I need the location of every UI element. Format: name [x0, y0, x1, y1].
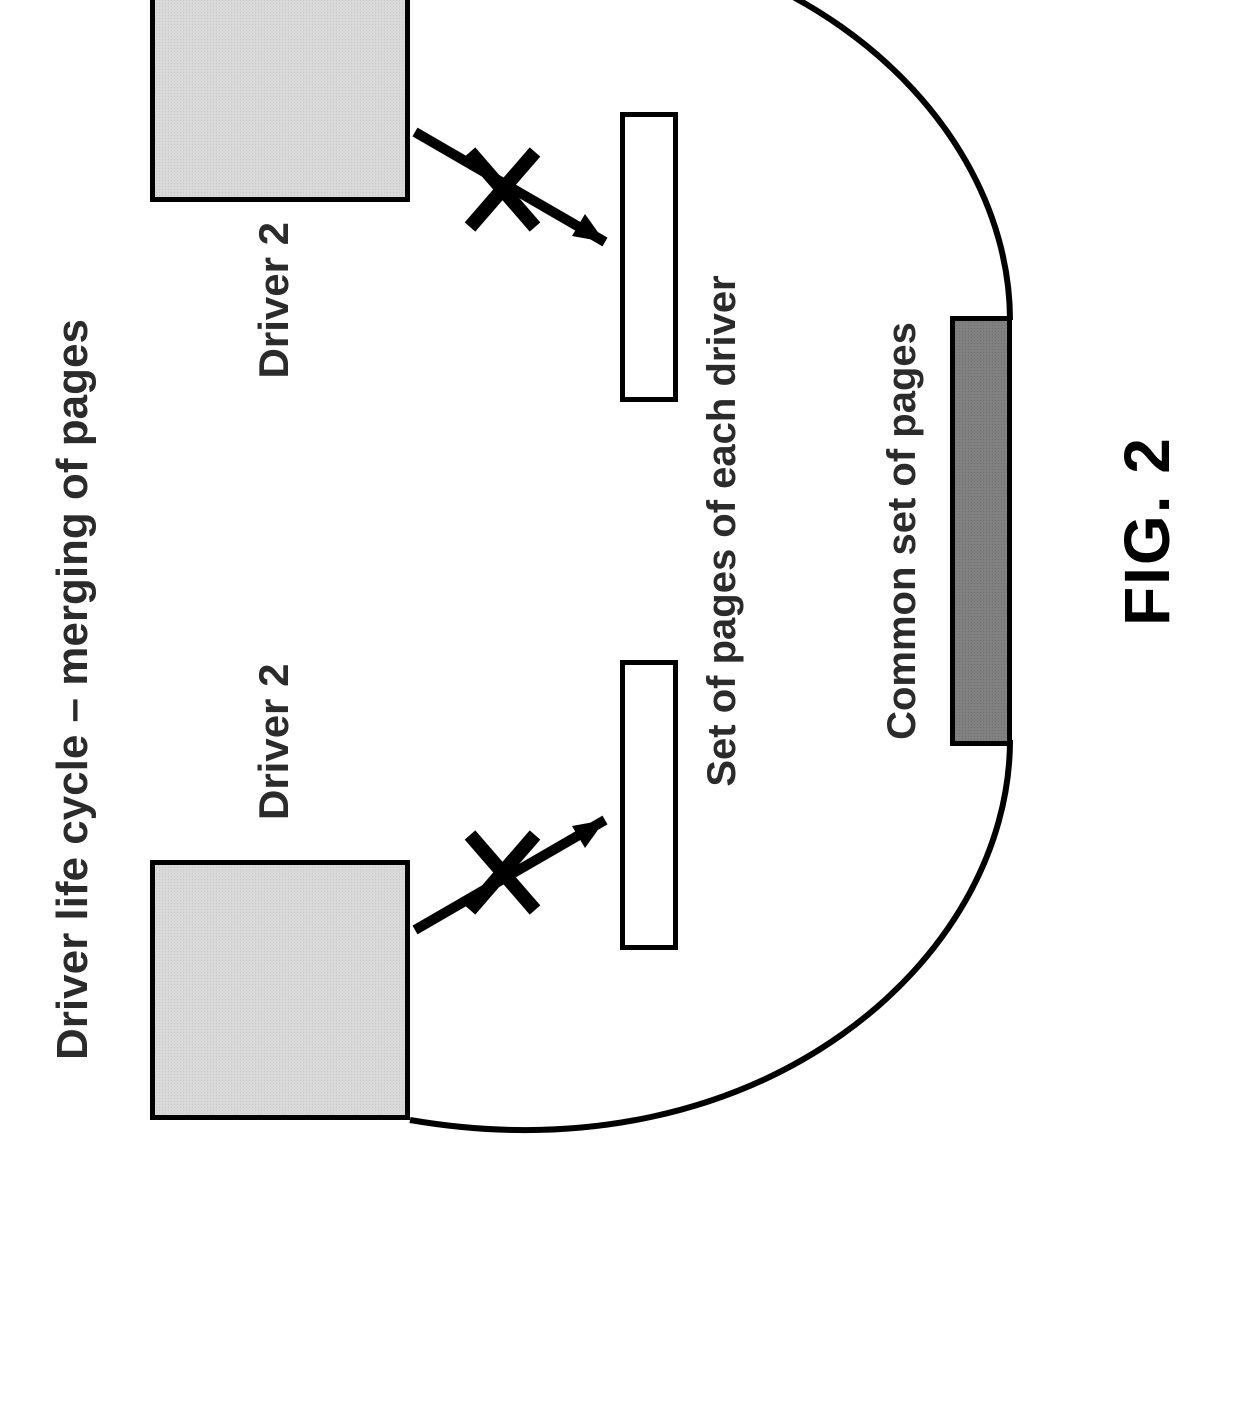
driver-label-right: Driver 2	[250, 222, 298, 378]
page-set-caption: Set of pages of each driver	[700, 0, 745, 1240]
driver-label-left: Driver 2	[250, 664, 298, 820]
driver-box-left	[150, 860, 410, 1120]
driver-box-right	[150, 0, 410, 202]
figure-number: FIG. 2	[1110, 0, 1184, 1240]
common-page-set-caption: Common set of pages	[880, 322, 925, 740]
arrow-right	[415, 132, 605, 242]
common-page-set	[950, 316, 1012, 746]
page-set-left	[620, 660, 678, 950]
arrow-left	[415, 820, 605, 930]
page-set-right	[620, 112, 678, 402]
diagram-title: Driver life cycle – merging of pages	[48, 0, 98, 1240]
